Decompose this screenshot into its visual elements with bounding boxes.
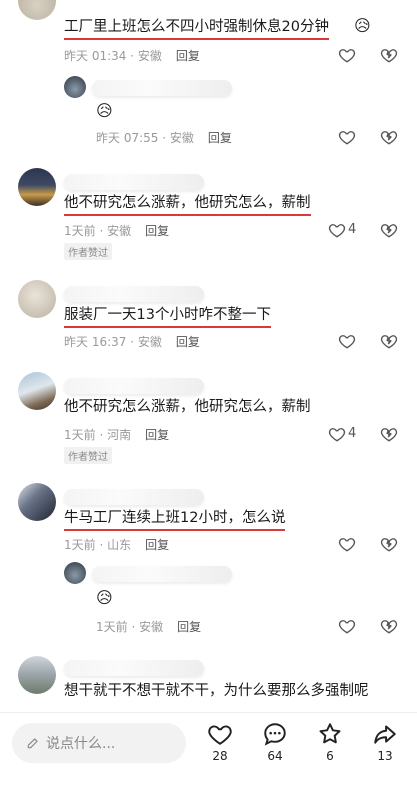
comment-text: 服装厂一天13个小时咋不整一下	[64, 305, 271, 328]
crying-emoji-icon: 😥	[96, 588, 113, 607]
avatar[interactable]	[18, 0, 56, 20]
comment-text: 牛马工厂连续上班12小时，怎么说	[64, 508, 286, 531]
comment-bubble-icon	[264, 723, 286, 746]
comment-text: 他不研究怎么涨薪，他研究怎么，薪制	[64, 399, 311, 415]
avatar[interactable]	[18, 280, 56, 318]
favorite-button[interactable]: 6	[310, 721, 350, 763]
heart-icon[interactable]	[338, 46, 356, 64]
star-icon	[319, 723, 341, 744]
reply-avatar[interactable]	[64, 562, 86, 584]
heart-icon[interactable]	[328, 425, 346, 443]
reply-username-blurred	[92, 80, 232, 96]
reply-button[interactable]: 回复	[145, 224, 169, 238]
bottom-action-bar: 说点什么... 28 64 6 13	[0, 712, 417, 800]
author-liked-badge: 作者赞过	[64, 243, 112, 260]
share-button[interactable]: 13	[365, 721, 405, 763]
reply-meta: 1天前 · 安徽 回复	[96, 620, 202, 634]
reply-button[interactable]: 回复	[177, 620, 201, 634]
reply-meta: 昨天 07:55 · 安徽 回复	[96, 131, 232, 145]
heart-icon[interactable]	[338, 128, 356, 146]
heart-icon[interactable]	[328, 221, 346, 239]
share-arrow-icon	[374, 725, 396, 744]
like-count: 4	[348, 426, 357, 441]
reply-button[interactable]: 回复	[176, 335, 200, 349]
username-blurred	[64, 378, 204, 394]
reply-button[interactable]: 回复	[145, 428, 169, 442]
broken-heart-icon[interactable]	[380, 617, 398, 635]
reply-avatar[interactable]	[64, 76, 86, 98]
comment-meta: 1天前 · 山东 回复	[64, 538, 170, 552]
broken-heart-icon[interactable]	[380, 332, 398, 350]
heart-icon[interactable]	[338, 617, 356, 635]
crying-emoji-icon: 😥	[96, 101, 113, 120]
like-button[interactable]: 28	[200, 721, 240, 763]
comment-button[interactable]: 64	[255, 721, 295, 763]
comment-text: 工厂里上班怎么不四小时强制休息20分钟	[64, 17, 329, 40]
broken-heart-icon[interactable]	[380, 425, 398, 443]
crying-emoji-icon: 😥	[354, 16, 371, 35]
like-count: 4	[348, 222, 357, 237]
like-count: 28	[212, 749, 228, 763]
avatar[interactable]	[18, 168, 56, 206]
broken-heart-icon[interactable]	[380, 221, 398, 239]
username-blurred	[64, 286, 204, 302]
username-blurred	[64, 174, 204, 190]
avatar[interactable]	[18, 483, 56, 521]
comment-text: 想干就干不想干就不干，为什么要那么多强制呢	[64, 683, 369, 699]
reply-button[interactable]: 回复	[208, 131, 232, 145]
comment-text: 他不研究怎么涨薪，他研究怎么，薪制	[64, 193, 311, 216]
comment-input[interactable]: 说点什么...	[12, 723, 186, 763]
comment-input-placeholder: 说点什么...	[46, 736, 116, 752]
reply-button[interactable]: 回复	[176, 49, 200, 63]
broken-heart-icon[interactable]	[380, 128, 398, 146]
comment-feed: 工厂里上班怎么不四小时强制休息20分钟 😥 昨天 01:34 · 安徽 回复 😥 …	[0, 0, 417, 712]
pen-icon	[27, 738, 38, 749]
broken-heart-icon[interactable]	[380, 46, 398, 64]
username-blurred	[64, 489, 204, 505]
reply-button[interactable]: 回复	[145, 538, 169, 552]
avatar[interactable]	[18, 372, 56, 410]
heart-icon[interactable]	[338, 535, 356, 553]
comment-meta: 昨天 01:34 · 安徽 回复	[64, 49, 200, 63]
favorite-count: 6	[326, 749, 334, 763]
broken-heart-icon[interactable]	[380, 535, 398, 553]
heart-icon	[208, 725, 232, 745]
reply-username-blurred	[92, 566, 232, 582]
comment-meta: 1天前 · 安徽 回复	[64, 224, 170, 238]
comment-count: 64	[267, 749, 283, 763]
share-count: 13	[377, 749, 393, 763]
comment-meta: 1天前 · 河南 回复	[64, 428, 170, 442]
comment-meta: 昨天 16:37 · 安徽 回复	[64, 335, 200, 349]
username-blurred	[64, 660, 204, 676]
avatar[interactable]	[18, 656, 56, 694]
author-liked-badge: 作者赞过	[64, 447, 112, 464]
heart-icon[interactable]	[338, 332, 356, 350]
